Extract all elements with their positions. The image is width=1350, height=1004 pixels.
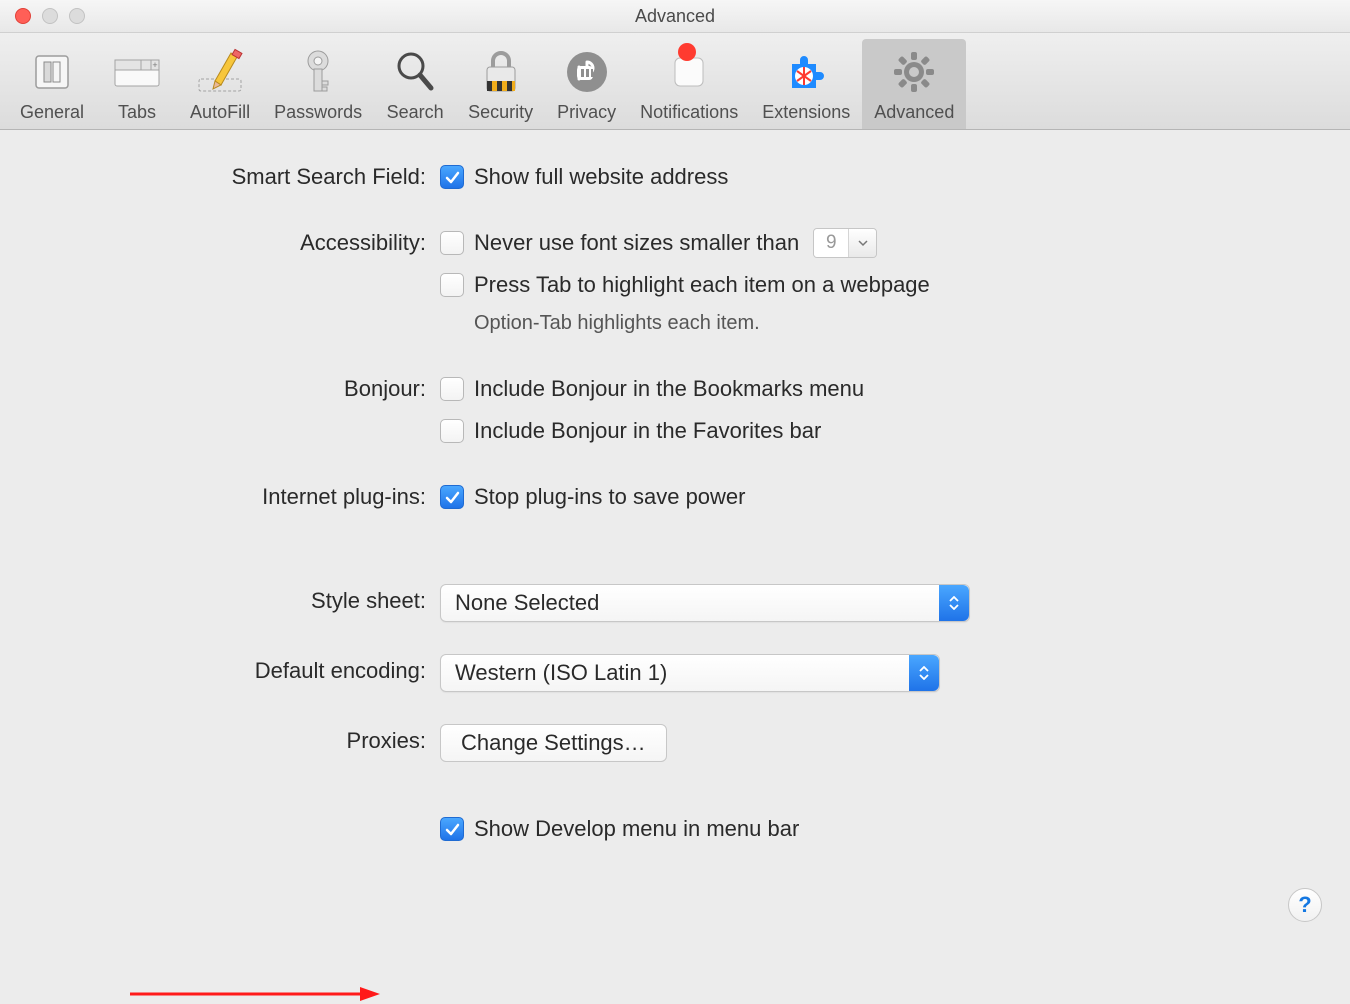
row-bonjour: Bonjour: Include Bonjour in the Bookmark…: [40, 372, 1310, 448]
row-develop: Show Develop menu in menu bar: [40, 812, 1310, 846]
tabs-icon: +: [108, 47, 166, 97]
toolbar-item-label: Notifications: [640, 102, 738, 123]
show-full-address-checkbox[interactable]: [440, 165, 464, 189]
popup-arrows-icon: [909, 655, 939, 691]
help-label: ?: [1298, 892, 1311, 918]
min-font-size-value: 9: [814, 229, 848, 257]
bonjour-bookmarks-checkbox[interactable]: [440, 377, 464, 401]
press-tab-checkbox[interactable]: [440, 273, 464, 297]
proxies-label: Proxies:: [40, 724, 440, 758]
encoding-label: Default encoding:: [40, 654, 440, 688]
row-stylesheet: Style sheet: None Selected: [40, 584, 1310, 622]
toolbar-item-label: Search: [387, 102, 444, 123]
toolbar-item-label: Security: [468, 102, 533, 123]
toolbar-item-label: Privacy: [557, 102, 616, 123]
advanced-gear-icon: [885, 47, 943, 97]
toolbar-item-notifications[interactable]: Notifications: [628, 39, 750, 129]
accessibility-note: Option-Tab highlights each item.: [474, 306, 1310, 340]
toolbar-item-autofill[interactable]: AutoFill: [178, 39, 262, 129]
preferences-toolbar: General + Tabs AutoFill: [0, 33, 1350, 130]
stylesheet-value: None Selected: [441, 586, 939, 620]
toolbar-item-label: General: [20, 102, 84, 123]
encoding-value: Western (ISO Latin 1): [441, 656, 909, 690]
toolbar-item-advanced[interactable]: Advanced: [862, 39, 966, 129]
search-icon: [386, 47, 444, 97]
stylesheet-label: Style sheet:: [40, 584, 440, 618]
popup-arrows-icon: [939, 585, 969, 621]
press-tab-label: Press Tab to highlight each item on a we…: [474, 268, 930, 302]
row-encoding: Default encoding: Western (ISO Latin 1): [40, 654, 1310, 692]
help-button[interactable]: ?: [1288, 888, 1322, 922]
toolbar-item-label: AutoFill: [190, 102, 250, 123]
svg-text:+: +: [152, 60, 157, 70]
bonjour-label: Bonjour:: [40, 372, 440, 406]
encoding-popup[interactable]: Western (ISO Latin 1): [440, 654, 940, 692]
toolbar-item-privacy[interactable]: Privacy: [545, 39, 628, 129]
toolbar-item-security[interactable]: Security: [456, 39, 545, 129]
window-zoom-button[interactable]: [69, 8, 85, 24]
row-accessibility: Accessibility: Never use font sizes smal…: [40, 226, 1310, 340]
toolbar-item-tabs[interactable]: + Tabs: [96, 39, 178, 129]
bonjour-bookmarks-label: Include Bonjour in the Bookmarks menu: [474, 372, 864, 406]
toolbar-item-label: Advanced: [874, 102, 954, 123]
accessibility-label: Accessibility:: [40, 226, 440, 260]
notifications-icon: [660, 47, 718, 97]
toolbar-item-label: Tabs: [118, 102, 156, 123]
row-smart-search: Smart Search Field: Show full website ad…: [40, 160, 1310, 194]
security-icon: [472, 47, 530, 97]
show-develop-menu-label: Show Develop menu in menu bar: [474, 812, 799, 846]
window-title: Advanced: [0, 6, 1350, 27]
min-font-size-label: Never use font sizes smaller than: [474, 226, 799, 260]
privacy-icon: [558, 47, 616, 97]
row-plugins: Internet plug-ins: Stop plug-ins to save…: [40, 480, 1310, 514]
show-develop-menu-checkbox[interactable]: [440, 817, 464, 841]
titlebar: Advanced: [0, 0, 1350, 33]
window-minimize-button[interactable]: [42, 8, 58, 24]
toolbar-item-passwords[interactable]: Passwords: [262, 39, 374, 129]
change-settings-label: Change Settings…: [461, 726, 646, 760]
smart-search-label: Smart Search Field:: [40, 160, 440, 194]
plugins-label: Internet plug-ins:: [40, 480, 440, 514]
toolbar-item-extensions[interactable]: Extensions: [750, 39, 862, 129]
min-font-size-checkbox[interactable]: [440, 231, 464, 255]
stop-plugins-label: Stop plug-ins to save power: [474, 480, 746, 514]
extensions-icon: [777, 47, 835, 97]
window-close-button[interactable]: [15, 8, 31, 24]
min-font-size-stepper[interactable]: 9: [813, 228, 877, 258]
row-proxies: Proxies: Change Settings…: [40, 724, 1310, 762]
bonjour-favorites-label: Include Bonjour in the Favorites bar: [474, 414, 821, 448]
toolbar-item-search[interactable]: Search: [374, 39, 456, 129]
chevron-down-icon: [848, 229, 876, 257]
stop-plugins-checkbox[interactable]: [440, 485, 464, 509]
annotation-arrow-icon: [130, 984, 380, 1004]
toolbar-item-general[interactable]: General: [8, 39, 96, 129]
bonjour-favorites-checkbox[interactable]: [440, 419, 464, 443]
show-full-address-label: Show full website address: [474, 160, 728, 194]
advanced-panel: Smart Search Field: Show full website ad…: [0, 130, 1350, 950]
autofill-icon: [191, 47, 249, 97]
change-settings-button[interactable]: Change Settings…: [440, 724, 667, 762]
stylesheet-popup[interactable]: None Selected: [440, 584, 970, 622]
toolbar-item-label: Passwords: [274, 102, 362, 123]
window-controls: [15, 8, 85, 24]
passwords-icon: [289, 47, 347, 97]
general-icon: [23, 47, 81, 97]
toolbar-item-label: Extensions: [762, 102, 850, 123]
